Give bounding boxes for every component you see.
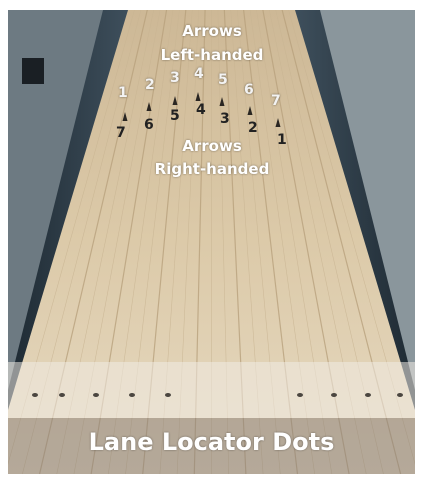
locator-dot — [93, 393, 99, 397]
left-arrow-number: 6 — [244, 82, 254, 98]
locator-dot — [365, 393, 371, 397]
right-arrow-number: 1 — [277, 132, 287, 148]
caption-title: Lane Locator Dots — [88, 428, 335, 456]
locator-band — [8, 362, 415, 418]
left-arrow-number: 3 — [170, 70, 180, 86]
right-arrow-number: 6 — [144, 117, 154, 133]
left-arrow-number: 4 — [194, 66, 204, 82]
right-arrow-number: 7 — [116, 125, 126, 141]
left-arrow-number: 5 — [218, 72, 228, 88]
lane-scene — [8, 10, 415, 474]
right-arrow-number: 5 — [170, 108, 180, 124]
arrows-right-subheading: Right-handed — [154, 160, 270, 178]
locator-dot — [32, 393, 38, 397]
locator-dot — [397, 393, 403, 397]
left-arrow-number: 1 — [118, 85, 128, 101]
left-arrow-number: 7 — [271, 93, 281, 109]
arrows-right-heading: Arrows — [182, 137, 242, 155]
ball-return — [22, 58, 44, 84]
locator-dot — [129, 393, 135, 397]
left-arrow-number: 2 — [145, 77, 155, 93]
locator-dot — [331, 393, 337, 397]
locator-dot — [165, 393, 171, 397]
bowling-lane-photo: Arrows Left-handed 1 2 3 4 5 6 7 7 6 5 4… — [8, 10, 415, 474]
right-arrow-number: 3 — [220, 111, 230, 127]
right-arrow-number: 4 — [196, 102, 206, 118]
locator-dot — [297, 393, 303, 397]
arrows-left-heading: Arrows — [182, 22, 242, 40]
arrows-left-subheading: Left-handed — [160, 46, 264, 64]
right-arrow-number: 2 — [248, 120, 258, 136]
locator-dot — [59, 393, 65, 397]
